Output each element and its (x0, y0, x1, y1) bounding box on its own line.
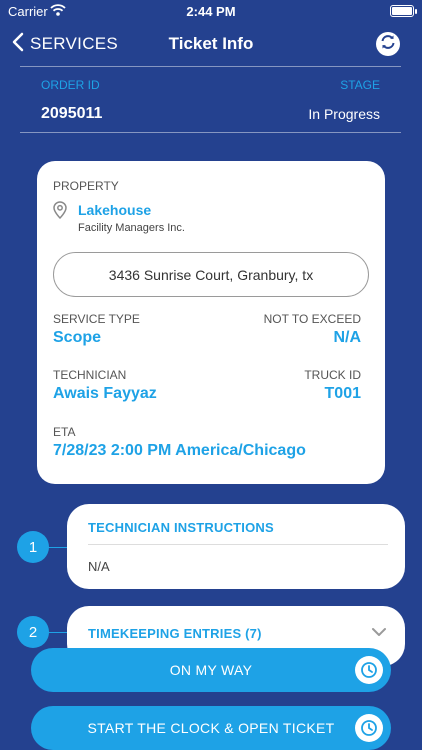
on-my-way-label: ON MY WAY (169, 662, 253, 678)
address-button[interactable]: 3436 Sunrise Court, Granbury, tx (53, 252, 369, 297)
order-id-value: 2095011 (41, 105, 103, 122)
refresh-icon (379, 33, 397, 56)
step-number-2: 2 (17, 616, 49, 648)
property-label: PROPERTY (53, 179, 119, 193)
step-connector-2 (48, 632, 68, 633)
eta-value: 7/28/23 2:00 PM America/Chicago (53, 442, 306, 459)
on-my-way-button[interactable]: ON MY WAY (31, 648, 391, 692)
stage-label: STAGE (340, 78, 380, 92)
start-clock-button[interactable]: START THE CLOCK & OPEN TICKET (31, 706, 391, 750)
property-name-link[interactable]: Lakehouse (78, 202, 151, 218)
location-pin-icon (53, 201, 67, 224)
status-bar: Carrier 2:44 PM (0, 0, 422, 24)
eta-label: ETA (53, 425, 76, 439)
stage-value: In Progress (308, 106, 380, 122)
battery-icon (390, 5, 414, 17)
clock-icon (355, 714, 383, 742)
divider-top (20, 66, 401, 67)
order-id-label: ORDER ID (41, 78, 100, 92)
not-to-exceed-value: N/A (333, 329, 361, 346)
not-to-exceed-label: NOT TO EXCEED (263, 312, 361, 326)
battery-tip (415, 9, 417, 14)
chevron-down-icon[interactable] (371, 624, 387, 642)
clock-icon (355, 656, 383, 684)
page-title: Ticket Info (168, 34, 254, 53)
truck-id-label: TRUCK ID (304, 368, 361, 382)
instructions-title: TECHNICIAN INSTRUCTIONS (88, 520, 274, 535)
start-clock-label: START THE CLOCK & OPEN TICKET (87, 720, 335, 736)
instructions-divider (88, 544, 388, 545)
technician-label: TECHNICIAN (53, 368, 127, 382)
truck-id-value: T001 (324, 385, 361, 402)
instructions-body: N/A (88, 559, 110, 574)
status-time: 2:44 PM (186, 4, 236, 19)
timekeeping-title: TIMEKEEPING ENTRIES (7) (88, 626, 262, 641)
service-type-label: SERVICE TYPE (53, 312, 140, 326)
divider-order (20, 132, 401, 133)
technician-value: Awais Fayyaz (53, 385, 157, 402)
property-company: Facility Managers Inc. (78, 222, 185, 234)
service-type-value: Scope (53, 329, 102, 346)
refresh-button[interactable] (376, 32, 400, 56)
step-connector-1 (48, 547, 68, 548)
property-card: PROPERTY Lakehouse Facility Managers Inc… (37, 161, 385, 484)
step-number-1: 1 (17, 531, 49, 563)
technician-instructions-card[interactable]: TECHNICIAN INSTRUCTIONS N/A (67, 504, 405, 589)
